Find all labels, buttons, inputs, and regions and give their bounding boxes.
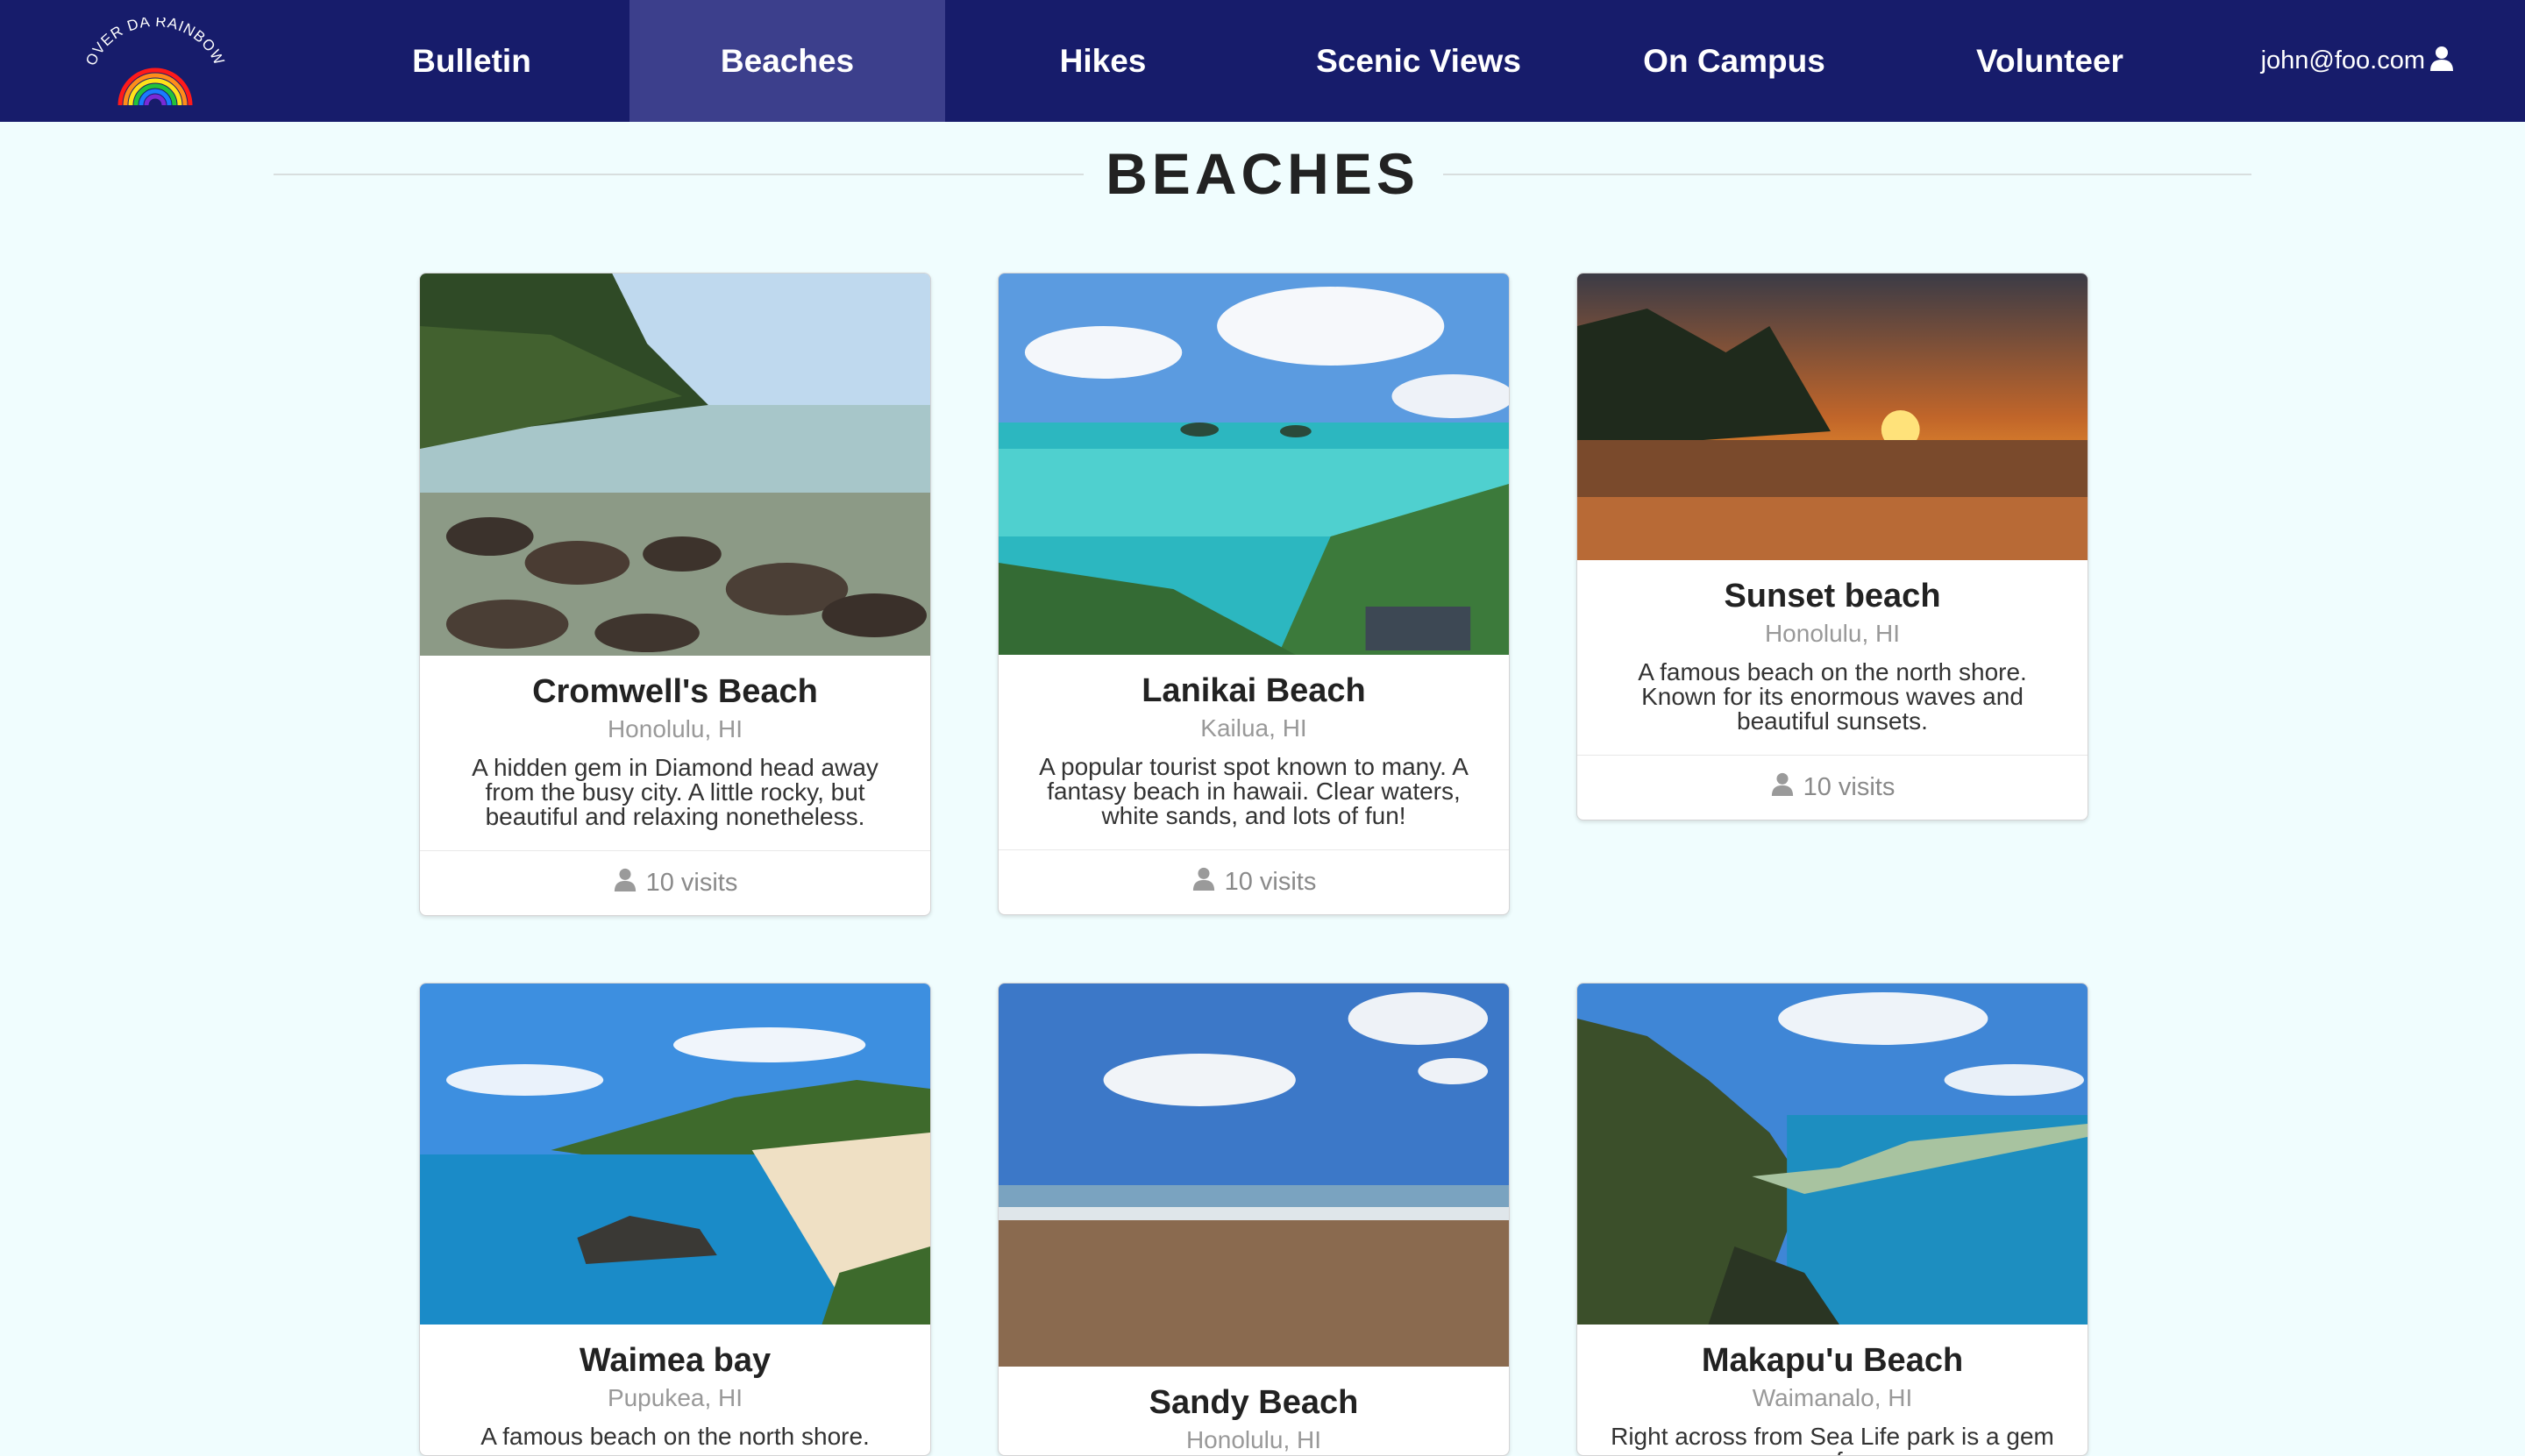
card-content: Makapu'u Beach Waimanalo, HI Right acros… — [1577, 1325, 2088, 1455]
card-location: Honolulu, HI — [1764, 619, 1901, 647]
user-menu[interactable]: john@foo.com — [2261, 0, 2455, 122]
logo-text: OVER DA RAINBOW — [82, 13, 227, 68]
beach-image — [1577, 984, 2088, 1325]
user-icon — [1191, 866, 1225, 898]
card-title[interactable]: Sunset beach — [1602, 578, 2063, 616]
card-location: Honolulu, HI — [1185, 1425, 1322, 1453]
beach-image — [420, 273, 930, 656]
card-title[interactable]: Sandy Beach — [1023, 1384, 1484, 1423]
visits-count: 10 visits — [645, 868, 738, 897]
top-navbar: OVER DA RAINBOW Bulletin Beaches Hikes S… — [0, 0, 2525, 122]
visits-count: 10 visits — [1224, 867, 1317, 896]
user-email: john@foo.com — [2260, 46, 2425, 75]
user-icon — [2425, 45, 2455, 78]
beach-card[interactable]: Sandy Beach Honolulu, HI — [998, 983, 1510, 1456]
card-location: Kailua, HI — [1200, 714, 1307, 742]
nav-hikes[interactable]: Hikes — [945, 0, 1261, 122]
nav-on-campus[interactable]: On Campus — [1576, 0, 1892, 122]
beach-card[interactable]: Lanikai Beach Kailua, HI A popular touri… — [998, 273, 1510, 915]
nav-volunteer[interactable]: Volunteer — [1892, 0, 2208, 122]
page-title: BEACHES — [1106, 141, 1419, 206]
card-description: A popular tourist spot known to many. A … — [1039, 752, 1469, 829]
page-header: BEACHES — [274, 131, 2251, 219]
card-title[interactable]: Makapu'u Beach — [1602, 1342, 2063, 1381]
card-visits: 10 visits — [1577, 754, 2088, 820]
beach-card[interactable]: Sunset beach Honolulu, HI A famous beach… — [1576, 273, 2088, 820]
card-content: Sandy Beach Honolulu, HI — [999, 1367, 1509, 1455]
beach-image — [999, 984, 1509, 1367]
card-description: Right across from Sea Life park is a gem… — [1611, 1422, 2054, 1455]
user-icon — [1770, 771, 1803, 803]
beach-card[interactable]: Makapu'u Beach Waimanalo, HI Right acros… — [1576, 983, 2088, 1456]
card-visits: 10 visits — [999, 849, 1509, 914]
card-title[interactable]: Cromwell's Beach — [445, 673, 906, 712]
card-location: Waimanalo, HI — [1752, 1383, 1913, 1411]
card-visits: 10 visits — [420, 849, 930, 915]
card-content: Cromwell's Beach Honolulu, HI A hidden g… — [420, 656, 930, 850]
beach-card[interactable]: Cromwell's Beach Honolulu, HI A hidden g… — [419, 273, 931, 916]
card-description: A famous beach on the north shore. — [480, 1422, 870, 1450]
card-location: Honolulu, HI — [607, 714, 743, 742]
site-logo[interactable]: OVER DA RAINBOW — [81, 13, 230, 106]
card-title[interactable]: Waimea bay — [445, 1342, 906, 1381]
user-icon — [613, 867, 646, 898]
svg-text:OVER DA RAINBOW: OVER DA RAINBOW — [82, 18, 228, 68]
beach-image — [420, 984, 930, 1325]
card-content: Lanikai Beach Kailua, HI A popular touri… — [999, 655, 1509, 849]
beach-image — [999, 273, 1509, 655]
beach-card[interactable]: Waimea bay Pupukea, HI A famous beach on… — [419, 983, 931, 1456]
card-content: Sunset beach Honolulu, HI A famous beach… — [1577, 560, 2088, 755]
card-content: Waimea bay Pupukea, HI A famous beach on… — [420, 1325, 930, 1455]
card-location: Pupukea, HI — [607, 1383, 743, 1411]
nav-beaches[interactable]: Beaches — [629, 0, 945, 122]
beach-image — [1577, 273, 2088, 560]
card-description: A hidden gem in Diamond head away from t… — [472, 753, 878, 830]
visits-count: 10 visits — [1803, 772, 1896, 801]
nav-bulletin[interactable]: Bulletin — [314, 0, 629, 122]
nav-scenic-views[interactable]: Scenic Views — [1261, 0, 1576, 122]
card-description: A famous beach on the north shore. Known… — [1638, 657, 2027, 735]
card-title[interactable]: Lanikai Beach — [1023, 672, 1484, 711]
